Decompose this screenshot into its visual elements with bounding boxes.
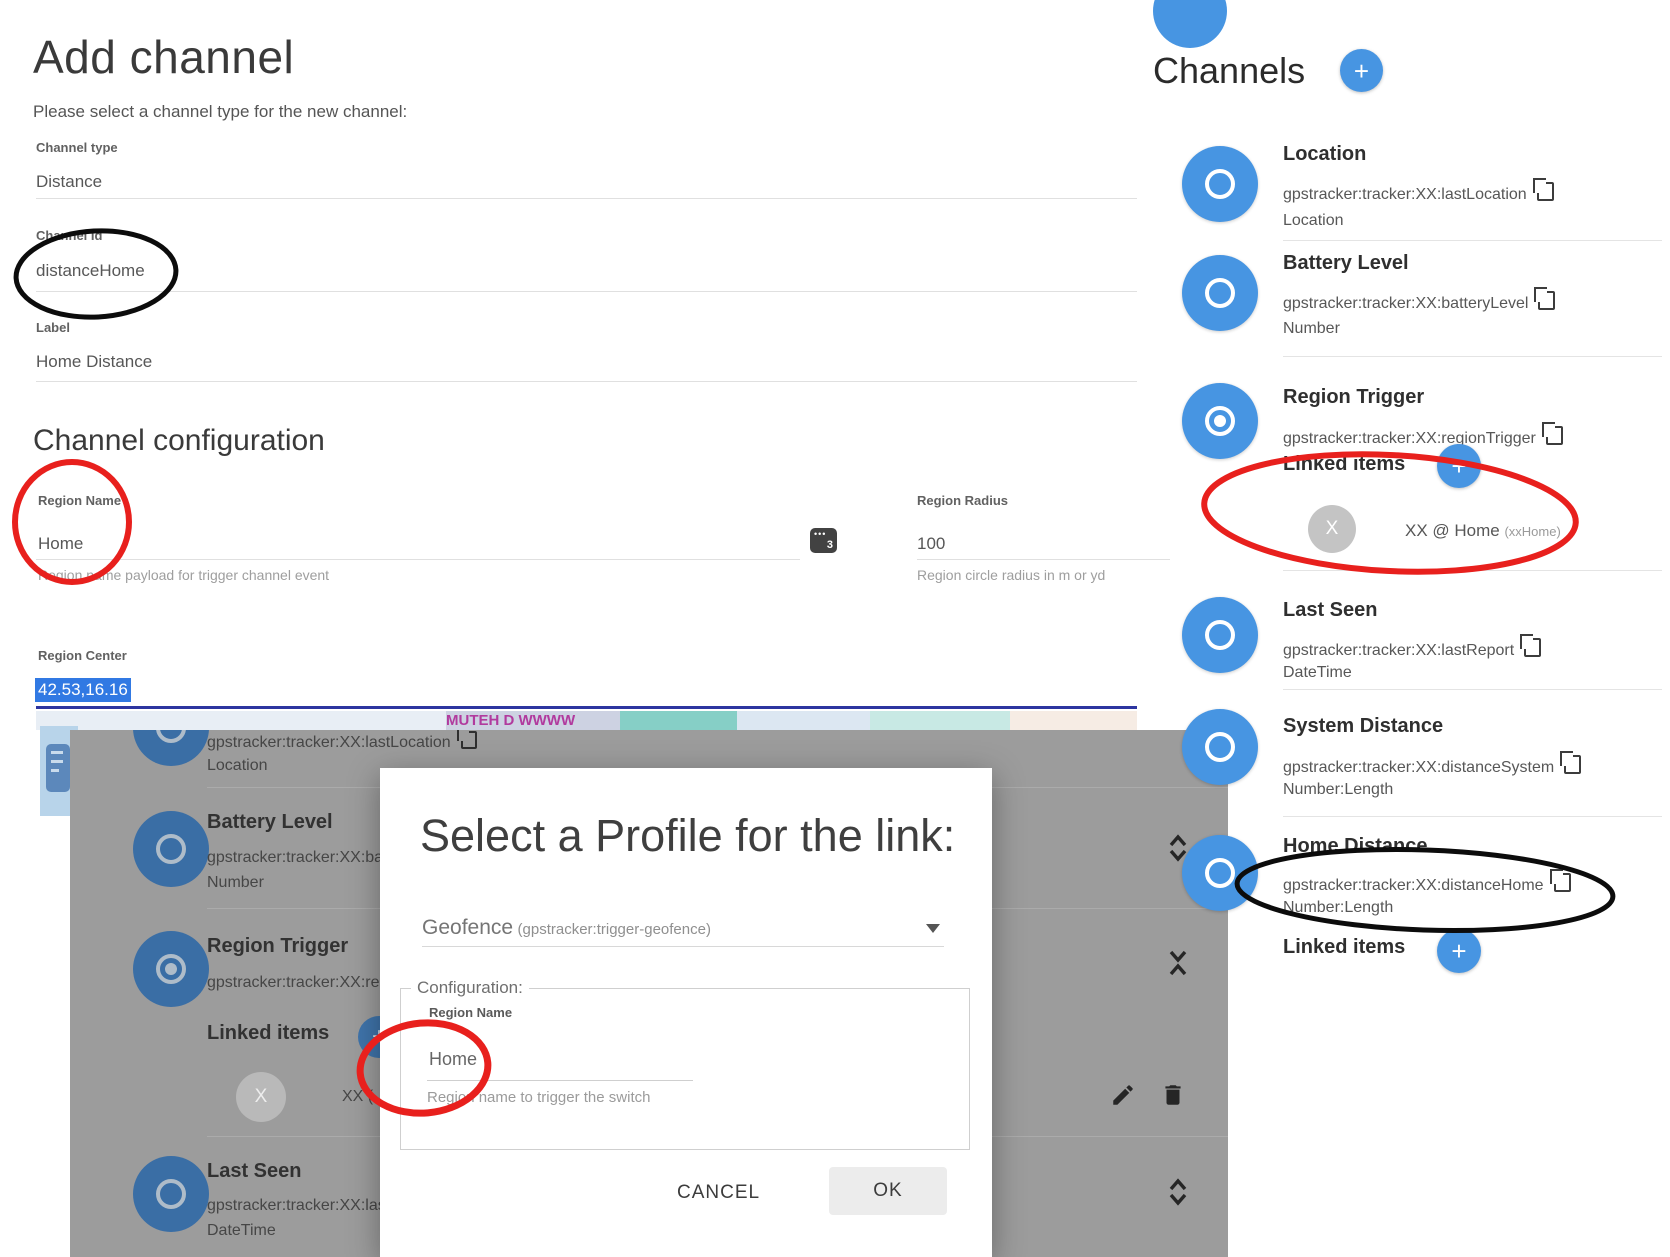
- channel-id-input[interactable]: distanceHome: [36, 261, 145, 281]
- dimmed-channel-type: Location: [207, 757, 268, 775]
- dialog-region-name-input[interactable]: Home: [429, 1049, 477, 1070]
- dialog-region-name-label: Region Name: [429, 1005, 512, 1020]
- channel-state-icon: [1182, 709, 1258, 785]
- dimmed-channel-icon: [133, 811, 209, 887]
- channel-type: Number: [1283, 320, 1340, 338]
- dimmed-channel-title: Last Seen: [207, 1160, 301, 1183]
- dimmed-channel-icon: [133, 931, 209, 1007]
- map-control-icon: [46, 744, 70, 792]
- channel-type-value[interactable]: Distance: [36, 172, 102, 192]
- input-type-badge-icon[interactable]: ••• 3: [810, 528, 837, 553]
- copy-icon[interactable]: [1564, 755, 1581, 774]
- form-subtitle: Please select a channel type for the new…: [33, 102, 407, 122]
- map-sliver: MUTEH D WWWW: [36, 711, 1137, 730]
- channel-type: Number:Length: [1283, 781, 1393, 799]
- configuration-legend: Configuration:: [411, 978, 529, 998]
- linked-items-heading: Linked items: [1283, 453, 1405, 476]
- dimmed-channel-type: Number: [207, 874, 264, 892]
- dimmed-channel-title: Battery Level: [207, 811, 333, 834]
- region-name-label: Region Name: [38, 493, 121, 508]
- channel-title[interactable]: Location: [1283, 143, 1366, 166]
- copy-icon[interactable]: [1554, 873, 1571, 892]
- channel-title[interactable]: Region Trigger: [1283, 386, 1424, 409]
- channel-id-label: Channel Id: [36, 228, 102, 243]
- region-radius-input[interactable]: 100: [917, 534, 945, 554]
- channel-type: Location: [1283, 212, 1344, 230]
- channel-id: gpstracker:tracker:XX:lastLocation: [1283, 182, 1554, 204]
- copy-icon[interactable]: [1538, 291, 1555, 310]
- partial-avatar-top: [1153, 0, 1227, 48]
- channel-title[interactable]: Last Seen: [1283, 599, 1377, 622]
- copy-icon[interactable]: [1546, 426, 1563, 445]
- dimmed-channel-icon: [133, 730, 209, 766]
- channel-id: gpstracker:tracker:XX:batteryLevel: [1283, 291, 1555, 313]
- edit-icon: [1110, 1082, 1136, 1108]
- region-radius-underline: [917, 559, 1170, 560]
- dimmed-channel-id: gpstracker:tracker:XX:lastLocation: [207, 731, 477, 752]
- channel-state-icon: [1182, 835, 1258, 911]
- channel-id-underline: [36, 291, 1137, 292]
- channel-trigger-icon: [1182, 383, 1258, 459]
- linked-items-heading: Linked items: [1283, 936, 1405, 959]
- profile-dialog: Select a Profile for the link: Geofence …: [380, 768, 992, 1257]
- channel-state-icon: [1182, 146, 1258, 222]
- channel-id: gpstracker:tracker:XX:lastReport: [1283, 638, 1541, 660]
- channel-title[interactable]: System Distance: [1283, 715, 1443, 738]
- region-center-input[interactable]: 42.53,16.16: [35, 678, 131, 702]
- dropdown-caret-icon: [926, 924, 940, 933]
- cancel-button[interactable]: CANCEL: [677, 1182, 760, 1204]
- dimmed-channel-icon: [133, 1156, 209, 1232]
- channel-type: DateTime: [1283, 664, 1352, 682]
- ok-button[interactable]: OK: [829, 1167, 947, 1215]
- dimmed-linked-items-heading: Linked items: [207, 1022, 329, 1045]
- channel-id: gpstracker:tracker:XX:regionTrigger: [1283, 426, 1563, 448]
- red-ellipse-region-name: [15, 462, 129, 582]
- channel-state-icon: [1182, 597, 1258, 673]
- channels-heading: Channels: [1153, 50, 1305, 92]
- channel-config-heading: Channel configuration: [33, 424, 325, 458]
- label-field-label: Label: [36, 320, 70, 335]
- region-name-input[interactable]: Home: [38, 534, 83, 554]
- add-channel-button[interactable]: +: [1340, 49, 1383, 92]
- region-name-hint: Region name payload for trigger channel …: [38, 567, 329, 583]
- dimmed-linked-item-label: XX (: [342, 1088, 373, 1106]
- channel-id: gpstracker:tracker:XX:distanceHome: [1283, 873, 1571, 895]
- region-center-focus-underline: [36, 706, 1137, 709]
- region-radius-label: Region Radius: [917, 493, 1008, 508]
- dimmed-channel-title: Region Trigger: [207, 935, 348, 958]
- region-radius-hint: Region circle radius in m or yd: [917, 567, 1105, 583]
- add-linked-item-button[interactable]: +: [1437, 444, 1481, 488]
- region-name-underline: [36, 559, 800, 560]
- unfold-more-icon: [1167, 1177, 1189, 1207]
- page-title: Add channel: [33, 30, 294, 84]
- dialog-region-name-hint: Region name to trigger the switch: [427, 1089, 650, 1106]
- copy-icon[interactable]: [1537, 182, 1554, 201]
- channel-title[interactable]: Home Distance: [1283, 835, 1428, 858]
- linked-item-label[interactable]: XX @ Home (xxHome): [1405, 521, 1561, 541]
- channel-type: Number:Length: [1283, 899, 1393, 917]
- add-linked-item-button[interactable]: +: [1437, 929, 1481, 973]
- channel-type-underline: [36, 198, 1137, 199]
- label-underline: [36, 381, 1137, 382]
- label-field-input[interactable]: Home Distance: [36, 352, 152, 372]
- dimmed-channel-type: DateTime: [207, 1222, 276, 1240]
- profile-select[interactable]: Geofence (gpstracker:trigger-geofence): [422, 916, 711, 940]
- configuration-fieldset: Configuration: Region Name Home Region n…: [400, 988, 970, 1150]
- unfold-less-icon: [1167, 948, 1189, 978]
- channel-title[interactable]: Battery Level: [1283, 252, 1409, 275]
- channel-id: gpstracker:tracker:XX:distanceSystem: [1283, 755, 1581, 777]
- channel-type-label: Channel type: [36, 140, 118, 155]
- channel-state-icon: [1182, 255, 1258, 331]
- dialog-title: Select a Profile for the link:: [420, 810, 980, 862]
- copy-icon[interactable]: [1524, 638, 1541, 657]
- dimmed-linked-item-avatar: X: [236, 1072, 286, 1122]
- delete-icon: [1160, 1082, 1186, 1108]
- linked-item-avatar: X: [1308, 505, 1356, 553]
- region-center-label: Region Center: [38, 648, 127, 663]
